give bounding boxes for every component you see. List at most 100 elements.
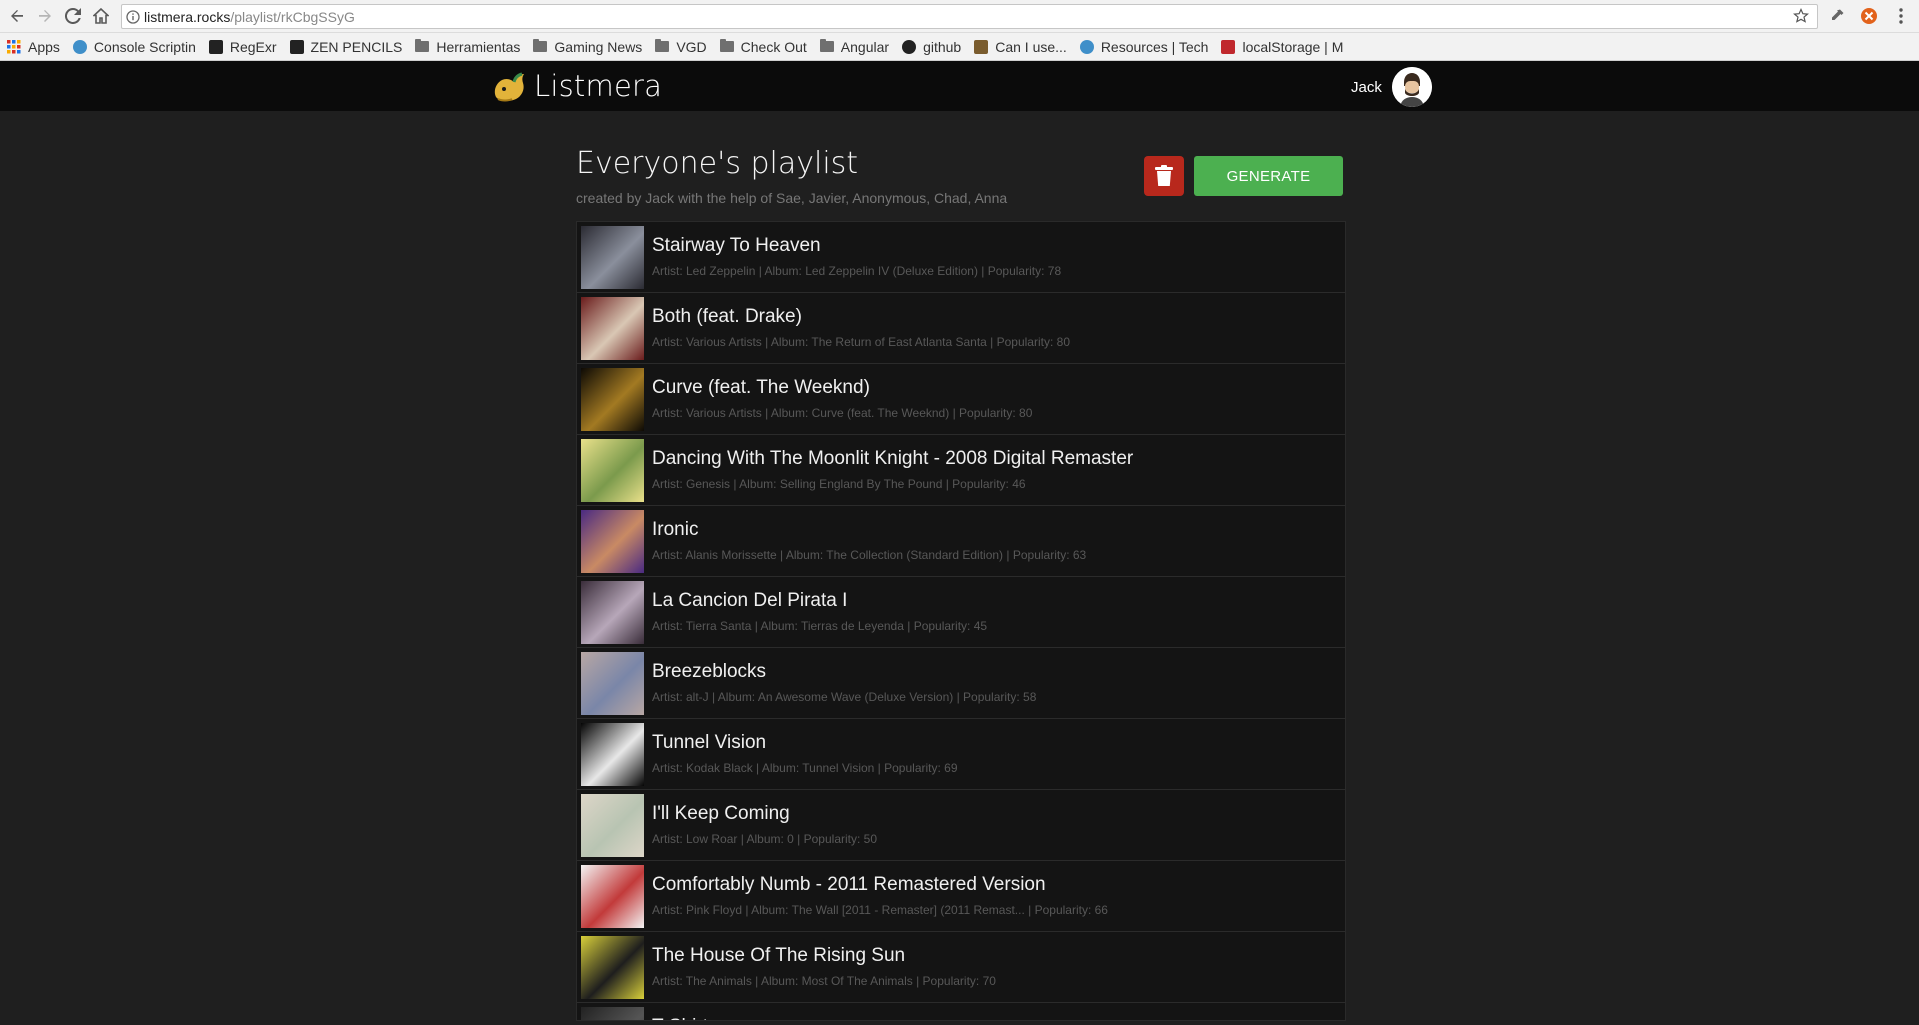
user-avatar-icon <box>1391 67 1432 107</box>
resources-icon <box>1079 39 1094 54</box>
listmera-logo-icon <box>494 72 524 102</box>
menu-dots-icon[interactable] <box>1891 6 1911 26</box>
track-meta: Artist: Pink Floyd | Album: The Wall [20… <box>652 903 1108 917</box>
bookmark-label: Resources | Tech <box>1100 38 1209 55</box>
trash-icon <box>1155 165 1173 186</box>
track-row[interactable]: Both (feat. Drake) Artist: Various Artist… <box>577 293 1345 364</box>
track-meta: Artist: Various Artists | Album: The Ret… <box>652 335 1070 349</box>
track-row[interactable]: T-Shirt <box>577 1003 1345 1020</box>
adblock-icon[interactable] <box>1859 6 1879 26</box>
bookmark-item[interactable]: Angular <box>813 33 895 60</box>
bookmark-label: Can I use... <box>995 38 1067 55</box>
track-row[interactable]: The House Of The Rising Sun Artist: The A… <box>577 932 1345 1003</box>
album-cover <box>581 368 644 431</box>
track-meta: Artist: The Animals | Album: Most Of The… <box>652 974 996 988</box>
album-cover <box>581 652 644 715</box>
track-row[interactable]: Stairway To Heaven Artist: Led Zeppelin |… <box>577 222 1345 293</box>
eyedropper-icon[interactable] <box>1827 6 1847 26</box>
bookmark-item[interactable]: Gaming News <box>526 33 648 60</box>
app-name: Listmera <box>534 69 663 103</box>
folder-icon <box>533 39 548 52</box>
generate-button[interactable]: GENERATE <box>1194 156 1343 196</box>
avatar[interactable] <box>1391 67 1432 107</box>
track-title: Tunnel Vision <box>652 732 767 753</box>
forward-button[interactable] <box>34 5 56 27</box>
bookmark-label: Herramientas <box>436 38 521 55</box>
album-cover <box>581 581 644 644</box>
address-bar[interactable]: listmera.rocks/playlist/rkCbgSSyG <box>121 4 1818 29</box>
track-row[interactable]: Tunnel Vision Artist: Kodak Black | Album… <box>577 719 1345 790</box>
home-button[interactable] <box>90 5 112 27</box>
track-row[interactable]: La Cancion Del Pirata I Artist: Tierra Sa… <box>577 577 1345 648</box>
track-row[interactable]: I'll Keep Coming Artist: Low Roar | Album… <box>577 790 1345 861</box>
track-meta: Artist: Genesis | Album: Selling England… <box>652 477 1026 491</box>
track-meta: Artist: Kodak Black | Album: Tunnel Visi… <box>652 761 958 775</box>
track-title: Stairway To Heaven <box>652 235 821 256</box>
bookmark-star-icon[interactable] <box>1793 8 1809 27</box>
home-icon <box>93 8 109 24</box>
album-cover <box>581 794 644 857</box>
bookmark-item[interactable]: ZEN PENCILS <box>283 33 409 60</box>
reload-icon <box>65 8 81 24</box>
bookmark-item[interactable]: VGD <box>648 33 712 60</box>
back-arrow-icon <box>11 10 23 22</box>
bookmark-label: localStorage | M <box>1242 38 1344 55</box>
album-cover <box>581 865 644 928</box>
app-header: Listmera Jack <box>0 61 1919 111</box>
bookmark-item[interactable]: localStorage | M <box>1214 33 1349 60</box>
bookmark-item[interactable]: RegExr <box>202 33 283 60</box>
bookmark-label: ZEN PENCILS <box>310 38 403 55</box>
album-cover <box>581 510 644 573</box>
bookmark-item[interactable]: Can I use... <box>967 33 1073 60</box>
track-meta: Artist: Various Artists | Album: Curve (… <box>652 406 1033 420</box>
user-menu[interactable]: Jack <box>1351 67 1432 107</box>
track-row[interactable]: Curve (feat. The Weeknd) Artist: Various … <box>577 364 1345 435</box>
album-cover <box>581 226 644 289</box>
caniuse-icon <box>974 39 989 54</box>
bookmark-label: Angular <box>840 38 890 55</box>
track-title: The House Of The Rising Sun <box>652 945 906 966</box>
track-title: I'll Keep Coming <box>652 803 790 824</box>
bookmark-label: Apps <box>28 38 60 55</box>
reload-button[interactable] <box>62 5 84 27</box>
folder-icon <box>819 39 834 52</box>
bookmark-label: Console Scriptin <box>93 38 196 55</box>
track-list: Stairway To Heaven Artist: Led Zeppelin |… <box>576 221 1346 1021</box>
track-meta: Artist: Alanis Morissette | Album: The C… <box>652 548 1087 562</box>
track-row[interactable]: Comfortably Numb - 2011 Remastered Versi… <box>577 861 1345 932</box>
page-title: Everyone's playlist <box>576 146 859 181</box>
track-title: Dancing With The Moonlit Knight - 2008 D… <box>652 448 1134 469</box>
bookmark-item[interactable]: Apps <box>0 33 66 60</box>
track-meta: Artist: Tierra Santa | Album: Tierras de… <box>652 619 988 633</box>
track-title: Curve (feat. The Weeknd) <box>652 377 870 398</box>
track-row[interactable]: Ironic Artist: Alanis Morissette | Album:… <box>577 506 1345 577</box>
bookmark-item[interactable]: Check Out <box>713 33 813 60</box>
bookmark-label: Gaming News <box>554 38 643 55</box>
track-title: Ironic <box>652 519 699 540</box>
back-button[interactable] <box>6 5 28 27</box>
track-title: Comfortably Numb - 2011 Remastered Versi… <box>652 874 1046 895</box>
folder-icon <box>655 39 670 52</box>
info-icon[interactable] <box>122 9 144 24</box>
zen-pencils-icon <box>289 39 304 54</box>
track-title: T-Shirt <box>652 1016 708 1020</box>
track-title: Breezeblocks <box>652 661 767 682</box>
bookmarks-bar: Apps Console Scriptin RegExr ZEN PENCILS Her… <box>0 33 1919 61</box>
folder-icon <box>719 39 734 52</box>
track-row[interactable]: Dancing With The Moonlit Knight - 2008 D… <box>577 435 1345 506</box>
track-meta: Artist: Led Zeppelin | Album: Led Zeppel… <box>652 264 1062 278</box>
playlist-collaborators: created by Jack with the help of Sae, Ja… <box>576 190 1008 206</box>
delete-playlist-button[interactable] <box>1144 156 1184 196</box>
bookmark-item[interactable]: github <box>895 33 967 60</box>
regexr-icon <box>208 39 223 54</box>
track-meta: Artist: alt-J | Album: An Awesome Wave (… <box>652 690 1037 704</box>
bookmark-item[interactable]: Herramientas <box>408 33 526 60</box>
browser-toolbar: listmera.rocks/playlist/rkCbgSSyG <box>0 0 1919 33</box>
bookmark-item[interactable]: Console Scriptin <box>66 33 202 60</box>
bookmark-item[interactable]: Resources | Tech <box>1073 33 1215 60</box>
app-logo[interactable]: Listmera <box>490 67 662 105</box>
album-cover <box>581 723 644 786</box>
github-icon <box>902 39 917 54</box>
album-cover <box>581 297 644 360</box>
track-row[interactable]: Breezeblocks Artist: alt-J | Album: An Aw… <box>577 648 1345 719</box>
